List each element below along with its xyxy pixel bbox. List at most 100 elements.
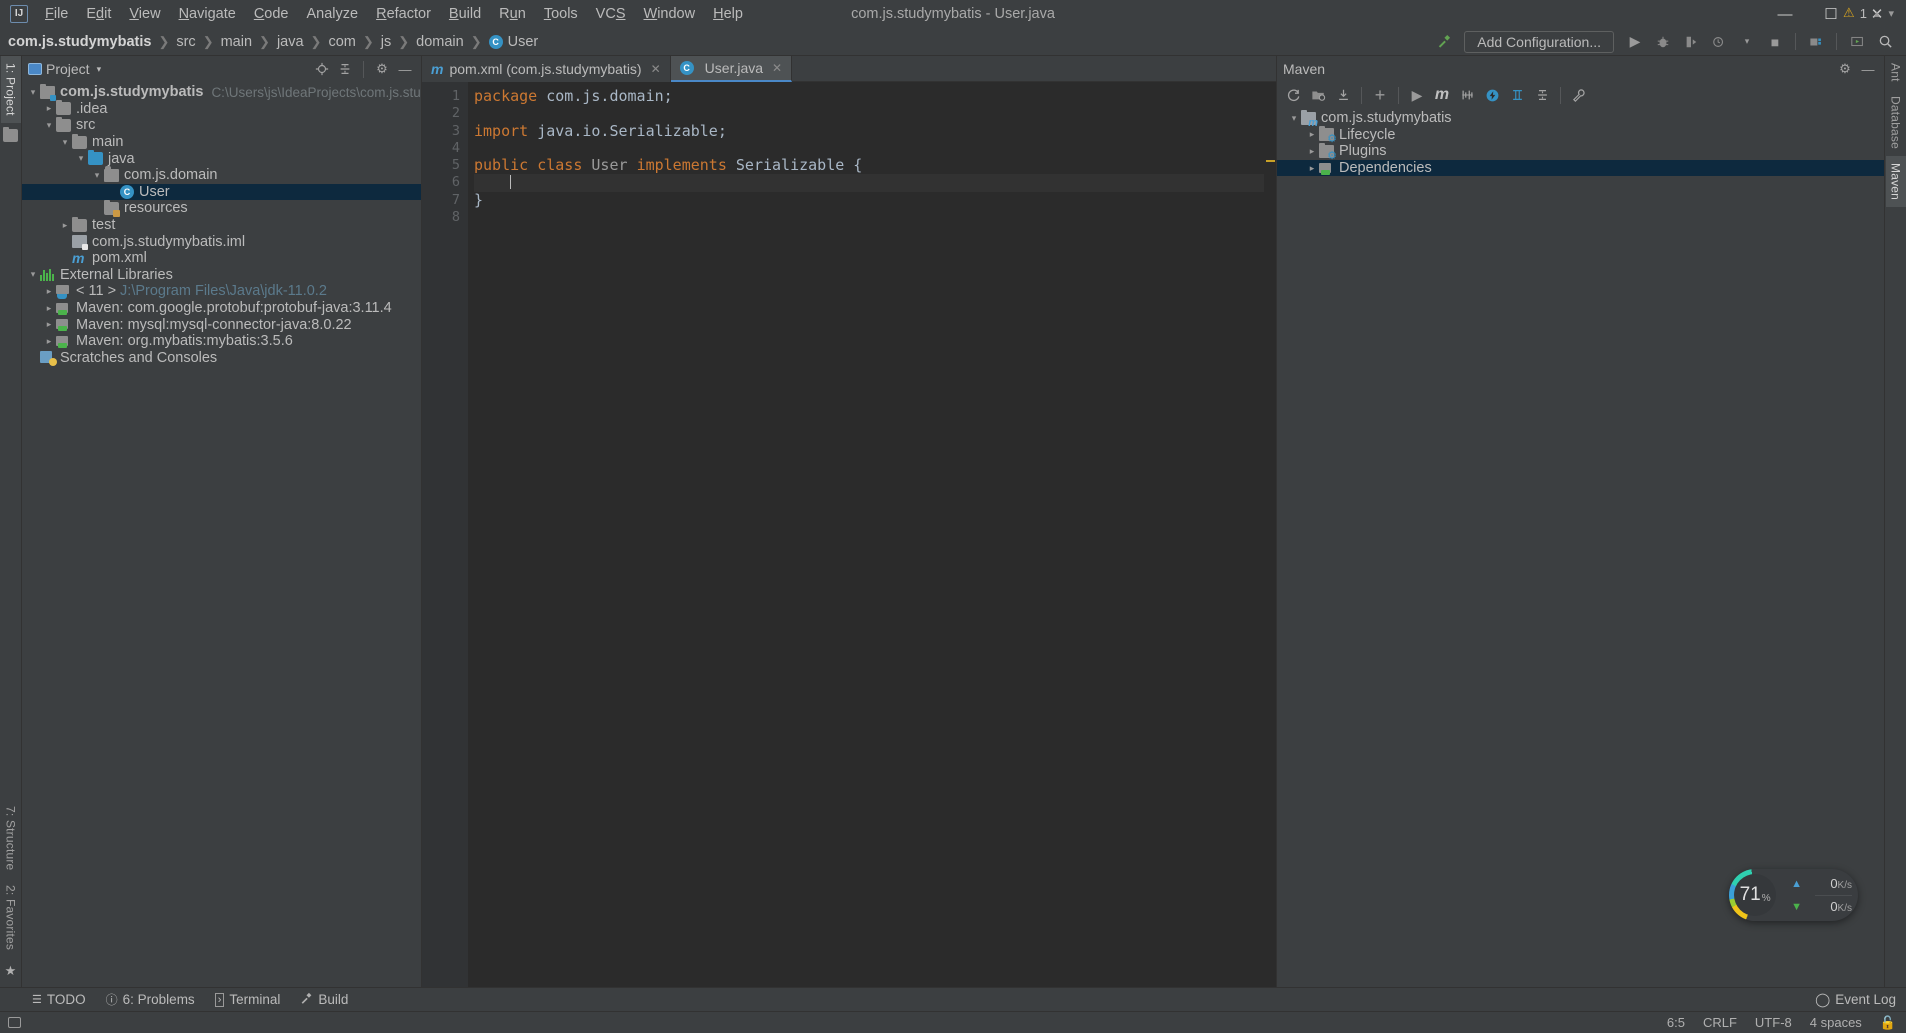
maven-tree-item[interactable]: Plugins: [1277, 142, 1884, 162]
project-tree-item[interactable]: java: [22, 150, 421, 167]
collapse-arrow-icon[interactable]: [42, 336, 56, 347]
code-line[interactable]: [474, 105, 1264, 122]
menu-tools[interactable]: Tools: [535, 3, 587, 25]
close-icon[interactable]: ✕: [651, 62, 661, 76]
event-log-button[interactable]: ◯ Event Log: [1815, 992, 1896, 1008]
collapse-arrow-icon[interactable]: [42, 286, 56, 297]
gear-icon[interactable]: ⚙: [372, 59, 392, 79]
project-tree-item[interactable]: Maven: org.mybatis:mybatis:3.5.6: [22, 333, 421, 350]
bottom-tab-terminal[interactable]: › Terminal: [205, 990, 291, 1009]
menu-help[interactable]: Help: [704, 3, 752, 25]
project-structure-icon[interactable]: [1803, 31, 1829, 53]
menu-analyze[interactable]: Analyze: [298, 3, 368, 25]
code-line[interactable]: package com.js.domain;: [474, 87, 1264, 105]
expand-arrow-icon[interactable]: [90, 170, 104, 181]
maven-tree-item[interactable]: Dependencies: [1277, 159, 1884, 177]
code-line[interactable]: import java.io.Serializable;: [474, 122, 1264, 140]
collapse-all-icon[interactable]: [335, 59, 355, 79]
breadcrumb-java[interactable]: java: [277, 34, 304, 50]
menu-navigate[interactable]: Navigate: [170, 3, 245, 25]
maven-tree-item[interactable]: com.js.studymybatis: [1277, 109, 1884, 129]
sidebar-tab-ant[interactable]: Ant: [1886, 56, 1906, 89]
warning-marker[interactable]: [1266, 160, 1275, 162]
previous-problem-icon[interactable]: ▴: [1872, 7, 1882, 20]
sidebar-tab-maven[interactable]: Maven: [1885, 155, 1906, 207]
system-monitor-widget[interactable]: 71% ▲ 0K/s ▼ 0K/s: [1729, 869, 1858, 921]
profiler-icon[interactable]: [1706, 31, 1732, 53]
code-editor[interactable]: 12345678 package com.js.domain; import j…: [422, 82, 1264, 987]
generate-sources-icon[interactable]: [1306, 84, 1330, 106]
sidebar-tab-project[interactable]: 1: Project: [0, 56, 21, 123]
settings-icon[interactable]: [1567, 84, 1591, 106]
collapse-arrow-icon[interactable]: [1305, 129, 1319, 140]
code-line[interactable]: }: [474, 191, 1264, 209]
hide-icon[interactable]: —: [1858, 59, 1878, 79]
update-icon[interactable]: [1844, 31, 1870, 53]
project-tree-item[interactable]: com.js.studymybatis.iml: [22, 233, 421, 251]
run-icon[interactable]: ▶: [1622, 31, 1648, 53]
project-tree[interactable]: com.js.studymybatis C:\Users\js\IdeaProje…: [22, 82, 421, 987]
collapse-arrow-icon[interactable]: [58, 220, 72, 231]
search-icon[interactable]: [1872, 31, 1898, 53]
caret-position[interactable]: 6:5: [1667, 1015, 1685, 1030]
code-line[interactable]: [474, 174, 1264, 192]
locate-icon[interactable]: [312, 59, 332, 79]
collapse-arrow-icon[interactable]: [1305, 146, 1319, 157]
layout-icon[interactable]: [8, 1017, 21, 1028]
project-tree-item[interactable]: .idea: [22, 100, 421, 118]
show-dependencies-icon[interactable]: [1505, 84, 1529, 106]
project-tree-item[interactable]: resources: [22, 199, 421, 217]
menu-window[interactable]: Window: [635, 3, 705, 25]
collapse-arrow-icon[interactable]: [42, 303, 56, 314]
menu-vcs[interactable]: VCS: [587, 3, 635, 25]
run-coverage-icon[interactable]: [1678, 31, 1704, 53]
toggle-offline-icon[interactable]: [1480, 84, 1504, 106]
next-problem-icon[interactable]: ▾: [1886, 7, 1896, 20]
code-line[interactable]: [474, 209, 1264, 226]
execute-goal-icon[interactable]: m: [1430, 84, 1454, 106]
project-tree-item[interactable]: Maven: mysql:mysql-connector-java:8.0.22: [22, 316, 421, 333]
chevron-down-icon[interactable]: ▾: [97, 64, 102, 75]
menu-build[interactable]: Build: [440, 3, 490, 25]
project-tree-item[interactable]: main: [22, 133, 421, 151]
expand-arrow-icon[interactable]: [26, 87, 40, 98]
project-tree-item[interactable]: m pom.xml: [22, 250, 421, 267]
line-separator[interactable]: CRLF: [1703, 1015, 1737, 1030]
expand-arrow-icon[interactable]: [26, 269, 40, 280]
tab-user-java[interactable]: C User.java ✕: [670, 56, 793, 82]
project-tree-item[interactable]: Scratches and Consoles: [22, 350, 421, 367]
run-icon[interactable]: ▶: [1405, 84, 1429, 106]
download-sources-icon[interactable]: [1331, 84, 1355, 106]
gear-icon[interactable]: ⚙: [1835, 59, 1855, 79]
collapse-arrow-icon[interactable]: [1305, 163, 1319, 174]
bottom-tab-todo[interactable]: ☰ TODO: [22, 990, 96, 1009]
file-encoding[interactable]: UTF-8: [1755, 1015, 1792, 1030]
breadcrumb-user[interactable]: User: [508, 34, 539, 50]
collapse-arrow-icon[interactable]: [42, 319, 56, 330]
sidebar-tab-structure[interactable]: 7: Structure: [1, 799, 21, 877]
maven-tree-item[interactable]: Lifecycle: [1277, 126, 1884, 145]
add-configuration-button[interactable]: Add Configuration...: [1464, 30, 1614, 53]
breadcrumb-project[interactable]: com.js.studymybatis: [8, 34, 151, 50]
project-tree-item[interactable]: com.js.studymybatis C:\Users\js\IdeaProje…: [22, 83, 421, 101]
menu-code[interactable]: Code: [245, 3, 298, 25]
hide-icon[interactable]: —: [395, 59, 415, 79]
breadcrumb-src[interactable]: src: [176, 34, 195, 50]
breadcrumb-js[interactable]: js: [381, 34, 391, 50]
reload-icon[interactable]: [1281, 84, 1305, 106]
project-tree-item[interactable]: src: [22, 116, 421, 134]
expand-arrow-icon[interactable]: [74, 153, 88, 164]
minimize-button[interactable]: —: [1762, 0, 1808, 28]
project-tree-item[interactable]: C User: [22, 183, 421, 201]
collapse-arrow-icon[interactable]: [42, 103, 56, 114]
source-code[interactable]: package com.js.domain; import java.io.Se…: [468, 82, 1264, 987]
marker-strip[interactable]: [1264, 82, 1276, 987]
expand-arrow-icon[interactable]: [1287, 113, 1301, 124]
maven-tree[interactable]: com.js.studymybatisLifecyclePluginsDepen…: [1277, 108, 1884, 987]
sidebar-tab-favorites[interactable]: 2: Favorites: [1, 878, 21, 957]
breadcrumb-domain[interactable]: domain: [416, 34, 464, 50]
code-line[interactable]: public class User implements Serializabl…: [474, 157, 1264, 174]
stop-icon[interactable]: ■: [1762, 31, 1788, 53]
menu-run[interactable]: Run: [490, 3, 535, 25]
project-tree-item[interactable]: test: [22, 216, 421, 234]
